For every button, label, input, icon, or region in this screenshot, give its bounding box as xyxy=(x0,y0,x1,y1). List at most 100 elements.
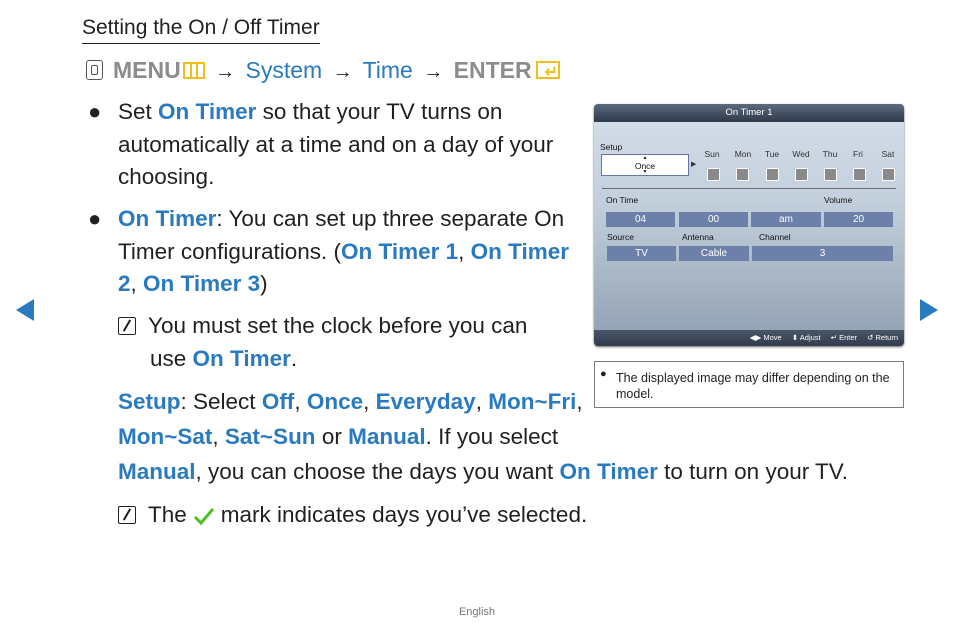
day-label: Tue xyxy=(764,149,780,159)
text: ) xyxy=(260,271,268,296)
text: or xyxy=(315,424,349,449)
day-label: Sun xyxy=(704,149,720,159)
bullet-icon: ● xyxy=(88,206,102,231)
text: so that your TV turns on xyxy=(256,99,503,124)
sat-sun-term: Sat~Sun xyxy=(224,424,316,449)
mon-fri-term: Mon~Fri xyxy=(488,389,577,414)
day-checkbox[interactable] xyxy=(853,168,866,181)
up-arrow-icon: ▲ xyxy=(642,155,648,161)
enter-hint: ↵ Enter xyxy=(830,333,858,342)
text: . xyxy=(290,345,298,371)
volume-label: Volume xyxy=(824,195,853,205)
text: use xyxy=(150,345,193,371)
text: , xyxy=(363,389,376,414)
ampm-field[interactable]: am xyxy=(751,212,821,227)
arrow: → xyxy=(423,61,444,83)
volume-field[interactable]: 20 xyxy=(824,212,893,227)
on-timer-term: On Timer xyxy=(158,99,257,124)
bullet1-text: Set On Timer so that your TV turns on au… xyxy=(118,96,553,194)
on-timer-term: On Timer xyxy=(192,345,291,371)
arrow: → xyxy=(332,61,353,83)
hour-field[interactable]: 04 xyxy=(606,212,675,227)
text: Set xyxy=(118,99,159,124)
day-checkbox[interactable] xyxy=(707,168,720,181)
setup-term: Setup xyxy=(118,389,181,414)
manual-term: Manual xyxy=(348,424,426,449)
adjust-hint: ⬍ Adjust xyxy=(791,333,821,342)
bullet-icon: ● xyxy=(600,368,607,380)
on-timer-3-term: On Timer 3 xyxy=(143,271,261,296)
on-time-label: On Time xyxy=(606,195,639,205)
setup-selector[interactable]: ▲ Once ▼ xyxy=(601,154,689,176)
text: . If you select xyxy=(425,424,559,449)
bullet-icon: ● xyxy=(88,99,102,124)
menu-icon xyxy=(182,62,205,79)
source-label: Source xyxy=(607,232,634,242)
day-label: Sat xyxy=(881,149,895,159)
next-page-button[interactable] xyxy=(920,299,938,321)
on-timer-2-term: 2 xyxy=(118,271,131,296)
channel-label: Channel xyxy=(759,232,791,242)
disclaimer-text: The displayed image may differ depending… xyxy=(616,371,890,401)
previous-page-button[interactable] xyxy=(16,299,34,321)
day-label: Wed xyxy=(792,149,810,159)
arrow: → xyxy=(215,61,236,83)
right-arrow-icon: ▶ xyxy=(691,161,697,168)
return-hint: ↺ Return xyxy=(867,333,898,342)
menu-path: MENU → System → Time → ENTER xyxy=(86,56,560,87)
day-checkbox[interactable] xyxy=(795,168,808,181)
tv-footer: ◀▶ Move ⬍ Adjust ↵ Enter ↺ Return xyxy=(594,330,904,346)
antenna-label: Antenna xyxy=(682,232,714,242)
text: Timer configurations. ( xyxy=(118,238,341,264)
day-checkbox[interactable] xyxy=(766,168,779,181)
remote-icon xyxy=(86,60,103,80)
text: You must set the clock before you can xyxy=(148,313,528,338)
text: , xyxy=(458,238,471,264)
minute-field[interactable]: 00 xyxy=(679,212,748,227)
text: , xyxy=(576,389,583,414)
on-timer-1-term: On Timer 1 xyxy=(341,238,459,264)
off-term: Off xyxy=(261,389,295,414)
text: : Select xyxy=(180,389,262,414)
text: : You can set up three separate On xyxy=(216,206,565,231)
manual-term: Manual xyxy=(118,459,196,484)
tv-header: On Timer 1 xyxy=(594,104,904,122)
tv-screen-image: On Timer 1 Setup ▲ Once ▼ ▶ Sun Mon Tue … xyxy=(594,104,904,346)
once-term: Once xyxy=(306,389,364,414)
day-checkbox[interactable] xyxy=(824,168,837,181)
text: , you can choose the days you want xyxy=(195,459,560,484)
checkmark-icon xyxy=(193,508,214,526)
down-arrow-icon: ▼ xyxy=(642,169,648,175)
day-label: Mon xyxy=(734,149,752,159)
divider xyxy=(602,188,896,189)
system-label: System xyxy=(245,57,323,83)
text: The xyxy=(148,502,187,527)
on-timer-2-term: On Timer xyxy=(470,238,570,264)
text: , xyxy=(475,389,489,414)
note1: You must set the clock before you can us… xyxy=(118,310,527,375)
on-timer-term: On Timer xyxy=(559,459,658,484)
antenna-field[interactable]: Cable xyxy=(679,246,749,261)
note2: The mark indicates days you’ve selected. xyxy=(118,499,587,532)
footer-language: English xyxy=(458,606,496,618)
move-hint: ◀▶ Move xyxy=(749,333,782,342)
day-checkbox[interactable] xyxy=(736,168,749,181)
text: , xyxy=(130,271,144,296)
setup-label: Setup xyxy=(600,142,623,152)
enter-icon xyxy=(535,59,560,87)
disclaimer-box: ● The displayed image may differ dependi… xyxy=(594,361,904,408)
page-title: Setting the On / Off Timer xyxy=(82,15,320,44)
day-label: Thu xyxy=(822,149,838,159)
mon-sat-term: Mon~Sat xyxy=(118,424,213,449)
text: , xyxy=(212,424,225,449)
everyday-term: Everyday xyxy=(375,389,476,414)
day-checkbox[interactable] xyxy=(882,168,895,181)
text: automatically at a time and on a day of … xyxy=(118,131,554,157)
time-label: Time xyxy=(362,57,413,83)
text: to turn on your TV. xyxy=(657,459,848,484)
text: choosing. xyxy=(118,164,215,189)
channel-field[interactable]: 3 xyxy=(752,246,893,261)
bullet2-text: On Timer : You can set up three separate … xyxy=(118,203,569,301)
menu-label: MENU xyxy=(113,57,181,83)
source-field[interactable]: TV xyxy=(607,246,676,261)
